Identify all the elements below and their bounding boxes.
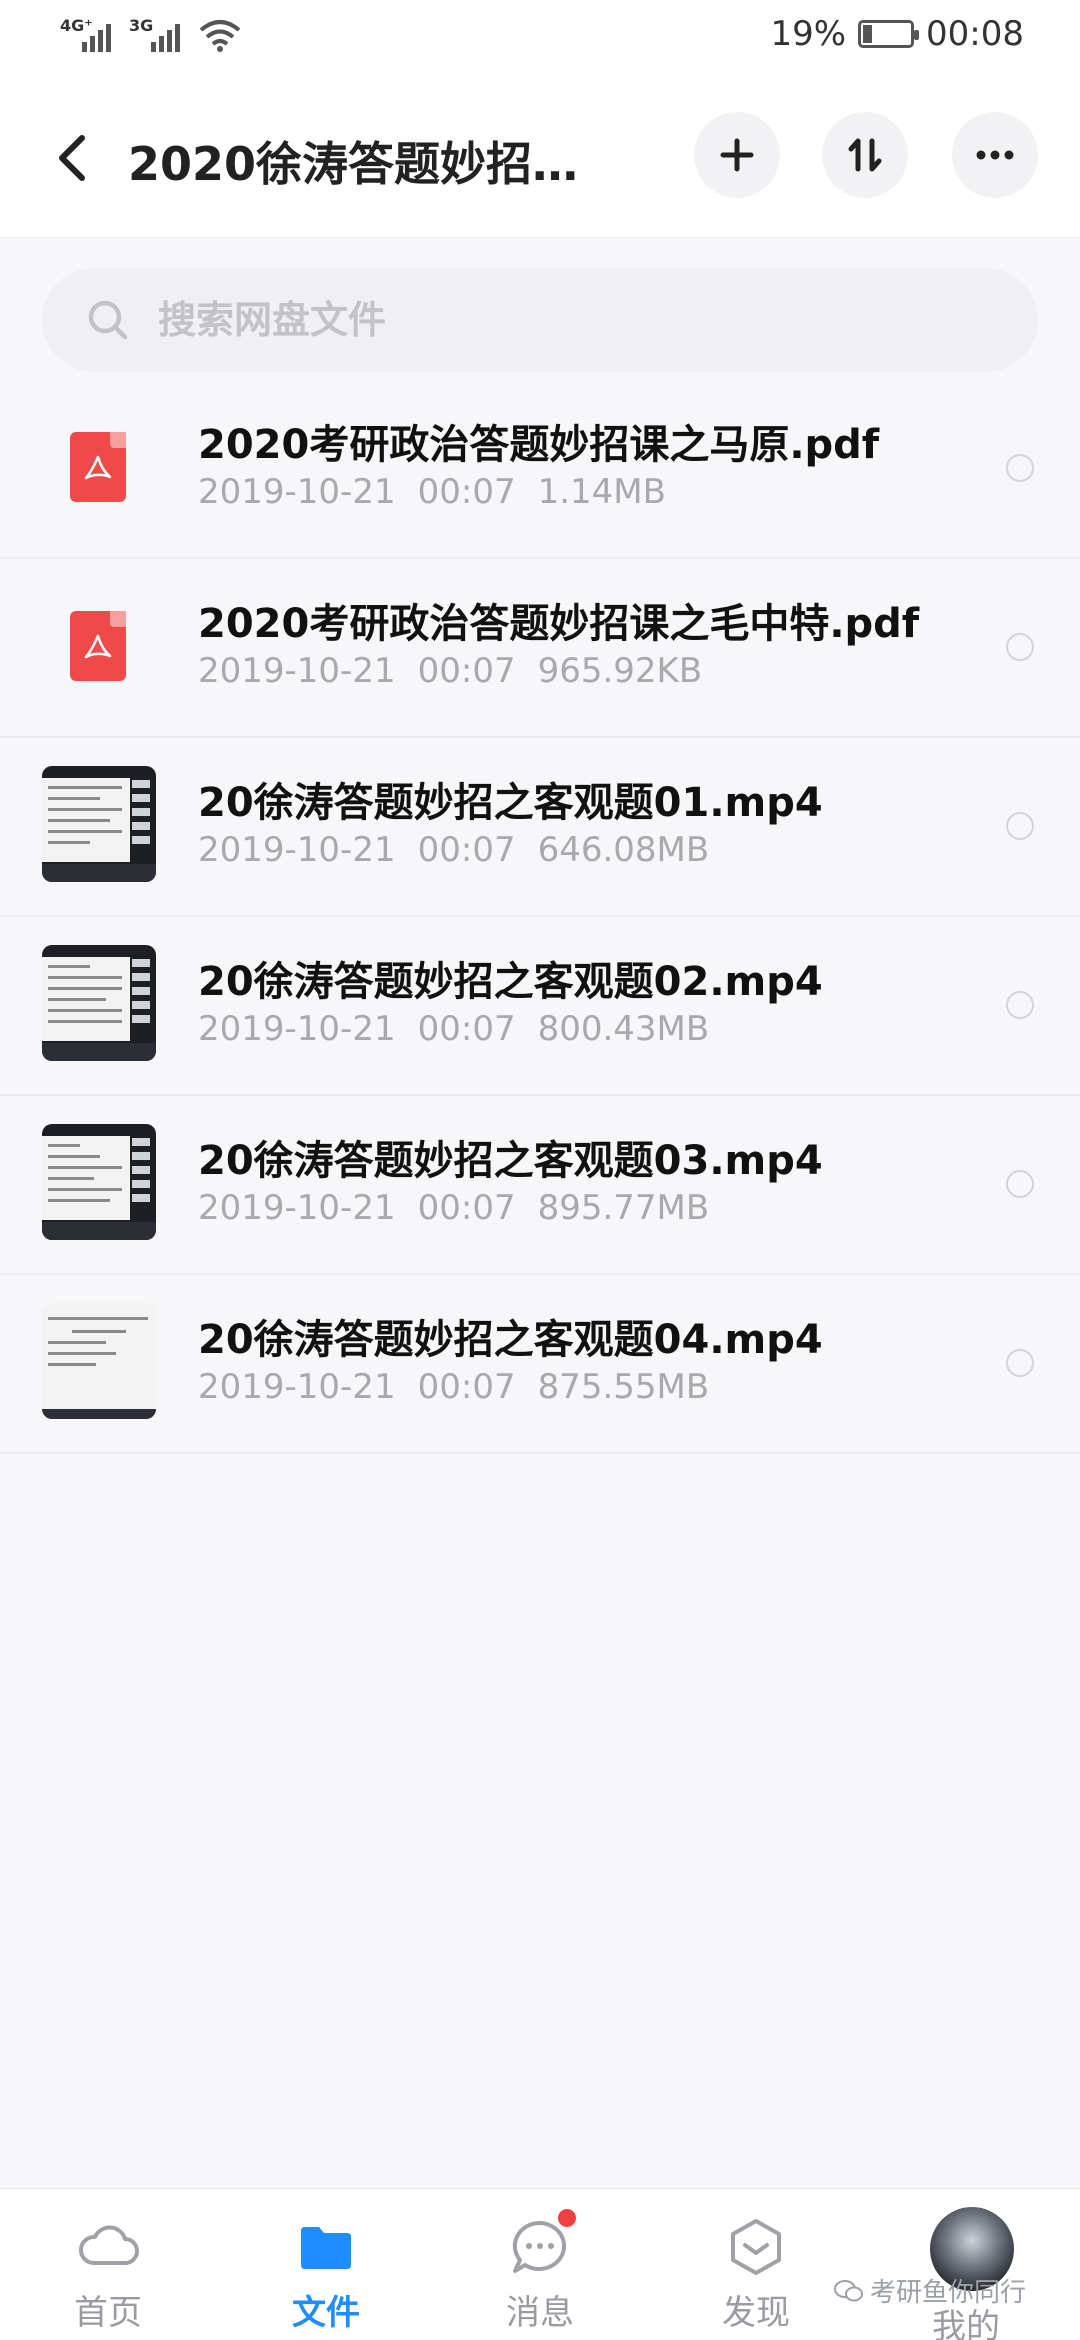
file-meta: 2019-10-21 00:07 1.14MB (198, 472, 688, 512)
file-time: 00:07 (417, 1009, 516, 1049)
select-radio[interactable] (1006, 1349, 1034, 1377)
file-date: 2019-10-21 (198, 1188, 396, 1228)
file-time: 00:07 (417, 651, 516, 691)
select-radio[interactable] (1006, 991, 1034, 1019)
cloud-icon (79, 2225, 139, 2265)
signal-bars-icon (151, 18, 180, 52)
file-date: 2019-10-21 (198, 651, 396, 691)
wechat-icon (834, 2279, 863, 2301)
notification-badge (558, 2209, 576, 2227)
file-size: 1.14MB (537, 472, 666, 512)
file-time: 00:07 (417, 1367, 516, 1407)
file-name: 2020考研政治答题妙招课之毛中特.pdf (198, 601, 920, 647)
file-row[interactable]: 20徐涛答题妙招之客观题01.mp4 2019-10-21 00:07 646.08… (0, 738, 1080, 917)
more-button[interactable] (952, 112, 1038, 198)
tab-label: 首页 (74, 2293, 142, 2333)
file-row[interactable]: 2020考研政治答题妙招课之马原.pdf 2019-10-21 00:07 1.14… (0, 380, 1080, 559)
file-list: 2020考研政治答题妙招课之马原.pdf 2019-10-21 00:07 1.14… (0, 380, 1080, 1454)
bottom-tab-bar: 首页 文件 消息 发现 我的 (0, 2188, 1080, 2340)
more-icon (976, 150, 1014, 160)
file-row[interactable]: 20徐涛答题妙招之客观题04.mp4 2019-10-21 00:07 875.55… (0, 1275, 1080, 1454)
file-date: 2019-10-21 (198, 830, 396, 870)
battery-percent: 19% (770, 14, 847, 54)
file-size: 800.43MB (537, 1009, 710, 1049)
wifi-icon (199, 20, 241, 52)
file-row[interactable]: 20徐涛答题妙招之客观题03.mp4 2019-10-21 00:07 895.77… (0, 1096, 1080, 1275)
file-size: 895.77MB (537, 1188, 710, 1228)
file-time: 00:07 (417, 472, 516, 512)
file-meta: 2019-10-21 00:07 875.55MB (198, 1367, 731, 1407)
signal-1: 4G⁺ (60, 16, 111, 52)
file-date: 2019-10-21 (198, 472, 396, 512)
clock: 00:08 (926, 14, 1024, 54)
folder-title: 2020徐涛答题妙招直... (128, 137, 618, 191)
tab-files[interactable]: 文件 (256, 2215, 396, 2334)
select-radio[interactable] (1006, 1170, 1034, 1198)
file-name: 2020考研政治答题妙招课之马原.pdf (198, 422, 880, 468)
plus-icon (720, 138, 754, 172)
file-meta: 2019-10-21 00:07 800.43MB (198, 1009, 731, 1049)
folder-icon (301, 2227, 351, 2269)
video-thumbnail (42, 766, 156, 882)
app-header: 2020徐涛答题妙招直... (0, 80, 1080, 238)
file-meta: 2019-10-21 00:07 895.77MB (198, 1188, 731, 1228)
search-bar[interactable] (42, 268, 1038, 372)
video-thumbnail (42, 945, 156, 1061)
file-size: 646.08MB (537, 830, 710, 870)
file-meta: 2019-10-21 00:07 965.92KB (198, 651, 724, 691)
file-name: 20徐涛答题妙招之客观题04.mp4 (198, 1317, 823, 1363)
file-time: 00:07 (417, 830, 516, 870)
file-meta: 2019-10-21 00:07 646.08MB (198, 830, 731, 870)
file-name: 20徐涛答题妙招之客观题03.mp4 (198, 1138, 823, 1184)
file-name: 20徐涛答题妙招之客观题01.mp4 (198, 780, 823, 826)
video-thumbnail (42, 1124, 156, 1240)
tab-home[interactable]: 首页 (38, 2215, 178, 2334)
search-icon (88, 300, 128, 340)
tab-discover[interactable]: 发现 (686, 2215, 826, 2334)
file-date: 2019-10-21 (198, 1009, 396, 1049)
video-thumbnail (42, 1303, 156, 1419)
select-radio[interactable] (1006, 633, 1034, 661)
back-icon[interactable] (52, 130, 92, 186)
file-time: 00:07 (417, 1188, 516, 1228)
discover-icon (731, 2219, 781, 2275)
file-name: 20徐涛答题妙招之客观题02.mp4 (198, 959, 823, 1005)
file-size: 875.55MB (537, 1367, 710, 1407)
pdf-file-icon (70, 432, 126, 502)
signal-indicators: 4G⁺ 3G (60, 16, 242, 52)
file-row[interactable]: 20徐涛答题妙招之客观题02.mp4 2019-10-21 00:07 800.43… (0, 917, 1080, 1096)
network-type-1: 4G⁺ (60, 16, 93, 35)
signal-2: 3G (129, 16, 180, 52)
tab-label: 文件 (292, 2293, 360, 2333)
battery-icon (858, 20, 920, 48)
watermark: 考研鱼你同行 (834, 2272, 1026, 2309)
tab-label: 发现 (722, 2293, 790, 2333)
sort-button[interactable] (822, 112, 908, 198)
add-button[interactable] (694, 112, 780, 198)
search-input[interactable] (158, 298, 958, 342)
file-date: 2019-10-21 (198, 1367, 396, 1407)
watermark-text: 考研鱼你同行 (870, 2278, 1027, 2308)
select-radio[interactable] (1006, 454, 1034, 482)
pdf-file-icon (70, 611, 126, 681)
tab-messages[interactable]: 消息 (470, 2209, 610, 2334)
status-bar: 4G⁺ 3G 19% 00:08 (0, 0, 1080, 80)
tab-label: 消息 (506, 2293, 574, 2333)
file-size: 965.92KB (537, 651, 703, 691)
select-radio[interactable] (1006, 812, 1034, 840)
sort-icon (848, 138, 882, 172)
network-type-2: 3G (129, 16, 154, 35)
file-row[interactable]: 2020考研政治答题妙招课之毛中特.pdf 2019-10-21 00:07 965… (0, 559, 1080, 738)
